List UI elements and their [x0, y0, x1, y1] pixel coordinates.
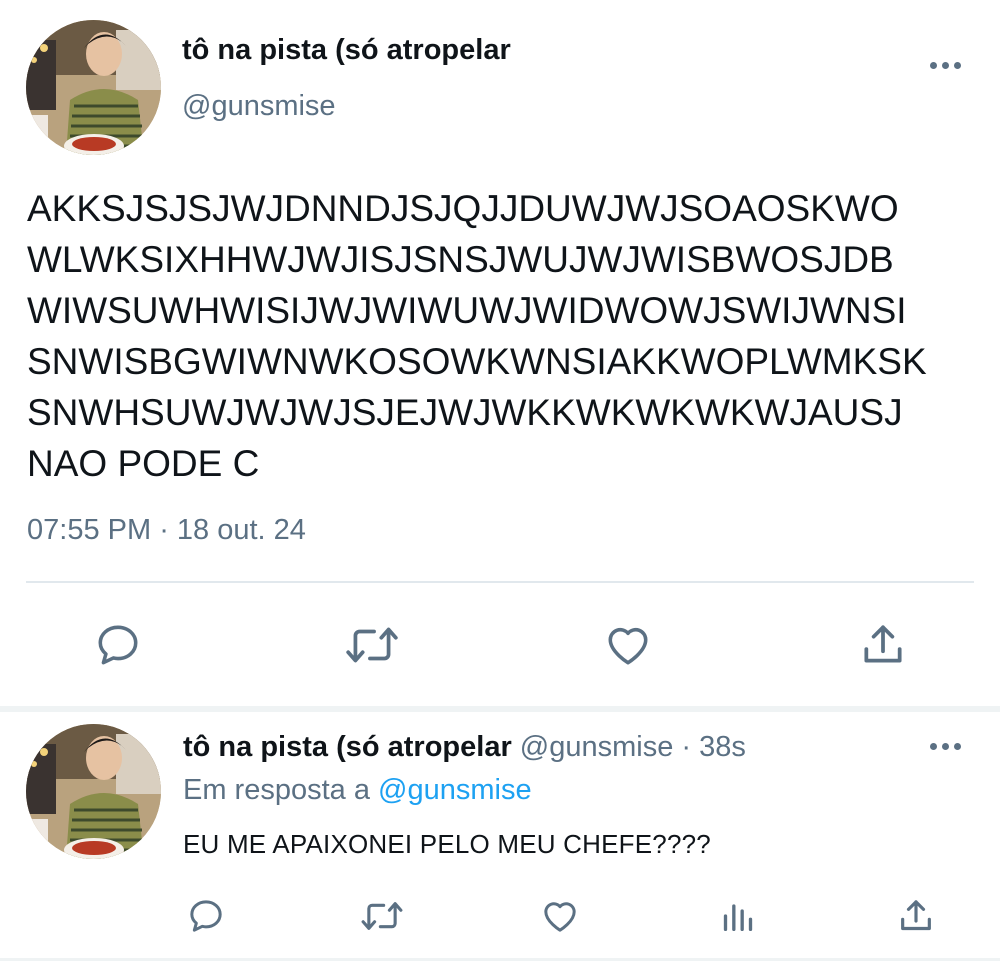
- share-icon: [901, 900, 931, 931]
- analytics-button[interactable]: [716, 894, 760, 938]
- reply-prefix: Em resposta a: [183, 774, 379, 806]
- reply-icon: [190, 900, 222, 932]
- share-button[interactable]: [894, 894, 938, 938]
- meta-separator: ·: [151, 514, 177, 546]
- reply-mention-link[interactable]: @gunsmise: [378, 774, 532, 806]
- tweet-time: 07:55 PM: [27, 514, 152, 546]
- avatar[interactable]: [26, 20, 161, 155]
- reply-icon: [98, 625, 138, 665]
- tweet-text: AKKSJSJSJWJDNNDJSJQJJDUWJWJSOAOSKWO WLWK…: [27, 183, 992, 489]
- tweet-text-line: WIWSUWHWISIJWJWIWUWJWIDWOWJSWIJWNSI: [27, 290, 907, 331]
- tweet-timestamp[interactable]: 07:55 PM · 18 out. 24: [27, 514, 306, 547]
- reply-button[interactable]: [90, 617, 146, 673]
- tweet-text-line: AKKSJSJSJWJDNNDJSJQJJDUWJWJSOAOSKWO: [27, 188, 899, 229]
- reply-header: tô na pista (só atropelar @gunsmise · 38…: [183, 731, 746, 764]
- retweet-button[interactable]: [358, 894, 406, 938]
- main-tweet: tô na pista (só atropelar @gunsmise AKKS…: [0, 0, 1000, 706]
- tweet-date: 18 out. 24: [176, 514, 306, 546]
- more-options-icon[interactable]: [930, 62, 961, 69]
- reply-button[interactable]: [184, 894, 228, 938]
- tweet-time[interactable]: 38s: [699, 731, 746, 763]
- divider: [26, 581, 974, 583]
- tweet-text-line: SNWISBGWIWNWKOSOWKWNSIAKKWOPLWMKSK: [27, 341, 927, 382]
- reply-context: Em resposta a @gunsmise: [183, 774, 532, 807]
- like-button[interactable]: [600, 617, 656, 673]
- like-button[interactable]: [538, 894, 582, 938]
- retweet-icon: [361, 902, 403, 930]
- display-name[interactable]: tô na pista (só atropelar: [183, 731, 512, 763]
- more-options-icon[interactable]: [930, 743, 961, 750]
- like-icon: [608, 627, 648, 665]
- user-handle[interactable]: @gunsmise: [520, 731, 674, 763]
- retweet-button[interactable]: [342, 617, 402, 673]
- tweet-text-line: SNWHSUWJWJWJSJEJWJWKKWKWKWKWJAUSJ: [27, 392, 903, 433]
- analytics-icon: [723, 904, 753, 931]
- avatar-photo: [26, 724, 161, 859]
- like-icon: [544, 902, 576, 932]
- user-handle[interactable]: @gunsmise: [182, 90, 336, 123]
- share-icon: [864, 625, 902, 663]
- display-name[interactable]: tô na pista (só atropelar: [182, 34, 511, 67]
- retweet-icon: [346, 627, 398, 663]
- avatar-photo: [26, 20, 161, 155]
- tweet-text: EU ME APAIXONEI PELO MEU CHEFE????: [183, 829, 711, 859]
- tweet-text-line: NAO PODE C: [27, 443, 260, 484]
- section-separator: [0, 706, 1000, 712]
- share-button[interactable]: [855, 617, 911, 673]
- meta-separator: ·: [673, 731, 700, 763]
- avatar[interactable]: [26, 724, 161, 859]
- tweet-text-line: WLWKSIXHHWJWJISJSNSJWUJWJWISBWOSJDB: [27, 239, 894, 280]
